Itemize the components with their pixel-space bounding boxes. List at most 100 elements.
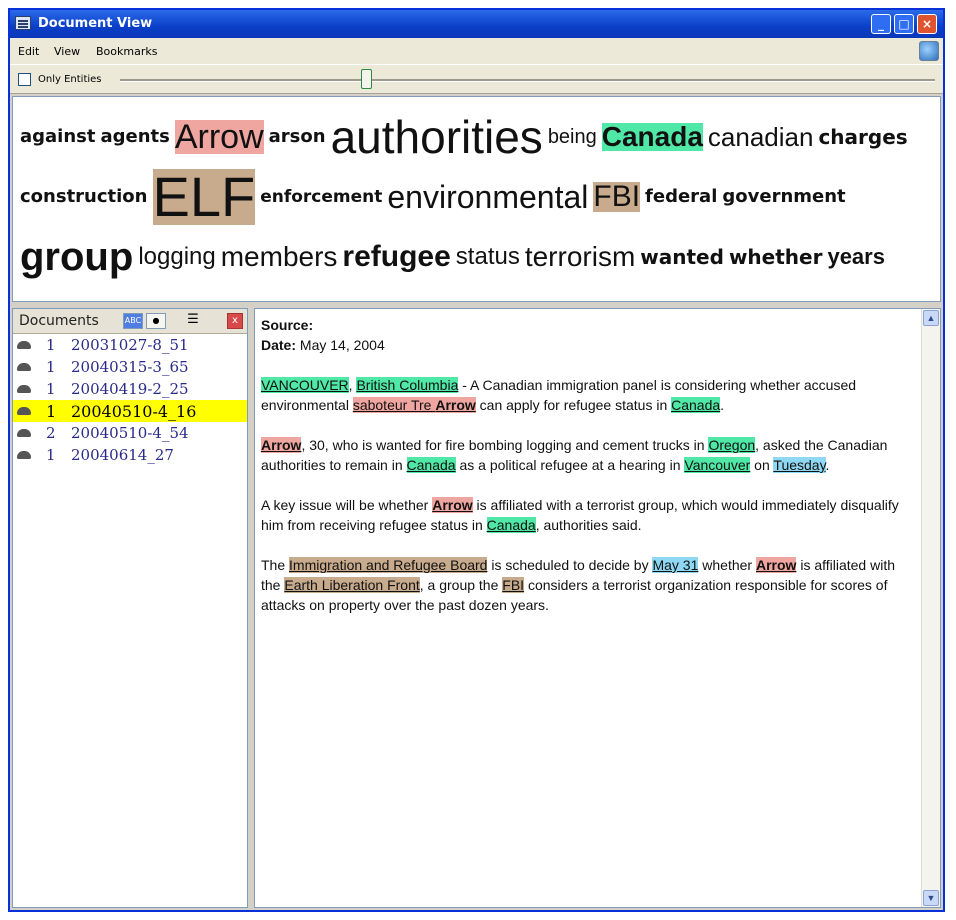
cloud-word[interactable]: wanted — [640, 247, 724, 267]
entity-mention[interactable]: Canada — [406, 457, 456, 473]
cloud-word[interactable]: authorities — [331, 114, 543, 160]
document-list-item[interactable]: 1 20040315-3_65 — [13, 356, 247, 378]
document-name: 20040510-4_54 — [71, 424, 189, 442]
close-panel-button[interactable]: x — [227, 313, 243, 329]
menu-bookmarks[interactable]: Bookmarks — [96, 45, 157, 58]
cloud-word[interactable]: arson — [269, 128, 326, 146]
entity-mention[interactable]: Vancouver — [684, 457, 751, 473]
document-count: 1 — [46, 380, 56, 398]
entity-mention[interactable]: British Columbia — [356, 377, 459, 393]
document-body: Source: Date: May 14, 2004 VANCOUVER, Br… — [261, 315, 918, 907]
toolbar: Only Entities — [10, 64, 943, 94]
document-source: Source: — [261, 315, 918, 335]
cloud-word[interactable]: canadian — [708, 124, 814, 150]
entity-mention[interactable]: Oregon — [708, 437, 756, 453]
document-paragraph: Arrow, 30, who is wanted for fire bombin… — [261, 435, 918, 475]
cloud-word[interactable]: environmental — [387, 181, 588, 213]
paragraph-text: The — [261, 557, 290, 573]
cloud-word[interactable]: government — [722, 188, 845, 206]
cloud-word[interactable]: refugee — [342, 242, 450, 272]
scroll-up-button[interactable]: ▲ — [923, 310, 939, 326]
document-list-item[interactable]: 1 20040510-4_16 — [13, 400, 247, 422]
threshold-slider-track[interactable] — [120, 79, 935, 82]
entity-mention[interactable]: FBI — [502, 577, 525, 593]
cloud-word[interactable]: agents — [100, 128, 169, 146]
cloud-word[interactable]: federal — [645, 188, 717, 206]
only-entities-checkbox[interactable] — [18, 73, 31, 86]
cloud-word[interactable]: years — [827, 246, 885, 268]
document-date: Date: May 14, 2004 — [261, 335, 918, 355]
entity-mention[interactable]: Arrow — [435, 397, 476, 413]
entity-mention[interactable]: saboteur Tre — [352, 397, 436, 413]
cloud-word[interactable]: charges — [818, 127, 907, 147]
cloud-word[interactable]: whether — [729, 247, 823, 267]
paragraph-text: . — [825, 457, 830, 473]
document-panel: Source: Date: May 14, 2004 VANCOUVER, Br… — [254, 308, 941, 908]
entity-mention[interactable]: Immigration and Refugee Board — [289, 557, 488, 573]
document-scrollbar[interactable]: ▲ ▼ — [921, 309, 940, 907]
cloud-word[interactable]: logging — [138, 245, 215, 269]
document-count: 1 — [46, 446, 56, 464]
document-list-item[interactable]: 1 20031027-8_51 — [13, 334, 247, 356]
paragraph-text: whether — [698, 557, 756, 573]
eye-icon[interactable]: ● — [146, 313, 166, 329]
document-paragraph: VANCOUVER, British Columbia - A Canadian… — [261, 375, 918, 415]
cloud-line: against agents Arrow arson authorities being C… — [20, 107, 940, 167]
paragraph-text: can apply for refugee status in — [475, 397, 672, 413]
document-count: 1 — [46, 336, 56, 354]
paragraph-text: is scheduled to decide by — [487, 557, 653, 573]
scroll-down-button[interactable]: ▼ — [923, 890, 939, 906]
entity-mention[interactable]: Canada — [671, 397, 721, 413]
minimize-button[interactable]: _ — [871, 14, 891, 34]
source-label: Source: — [261, 317, 314, 333]
cloud-word[interactable]: group — [20, 237, 133, 277]
entity-mention[interactable]: Arrow — [755, 557, 797, 573]
document-list-item[interactable]: 1 20040419-2_25 — [13, 378, 247, 400]
entity-mention[interactable]: Tuesday — [773, 457, 826, 473]
menu-edit[interactable]: Edit — [18, 45, 39, 58]
entity-mention[interactable]: Arrow — [432, 497, 473, 513]
cloud-word[interactable]: enforcement — [260, 188, 382, 206]
entity-mention[interactable]: May 31 — [652, 557, 699, 573]
cloud-word[interactable]: against — [20, 128, 95, 146]
cloud-line: group logging members refugee status terroris… — [20, 227, 940, 287]
entity-mention[interactable]: Earth Liberation Front — [284, 577, 420, 593]
document-list-item[interactable]: 2 20040510-4_54 — [13, 422, 247, 444]
paragraph-text: as a political refugee at a hearing in — [455, 457, 685, 473]
maximize-button[interactable]: □ — [894, 14, 914, 34]
abc-sort-button[interactable]: ABC — [123, 313, 143, 329]
title-bar[interactable]: Document View _ □ × — [10, 10, 943, 38]
entity-mention[interactable]: Canada — [486, 517, 536, 533]
close-window-button[interactable]: × — [917, 14, 937, 34]
document-list-item[interactable]: 1 20040614_27 — [13, 444, 247, 466]
documents-title: Documents — [19, 313, 99, 329]
cloud-word[interactable]: Canada — [601, 123, 703, 151]
cloud-word[interactable]: status — [456, 245, 520, 269]
globe-icon[interactable] — [919, 41, 939, 61]
document-view-app-icon — [15, 16, 31, 30]
document-count: 1 — [46, 358, 56, 376]
date-value: May 14, 2004 — [299, 337, 385, 353]
cloud-icon — [17, 429, 31, 437]
document-view-window: Document View _ □ × Edit View Bookmarks … — [8, 8, 945, 912]
document-name: 20040614_27 — [71, 446, 174, 464]
menu-view[interactable]: View — [54, 45, 80, 58]
paragraph-text: A key issue will be whether — [261, 497, 433, 513]
cloud-word[interactable]: FBI — [593, 182, 641, 212]
cloud-word[interactable]: construction — [20, 188, 148, 206]
entity-mention[interactable]: VANCOUVER — [261, 377, 349, 393]
document-text: VANCOUVER, British Columbia - A Canadian… — [261, 375, 918, 615]
cloud-icon — [17, 363, 31, 371]
cloud-word[interactable]: Arrow — [174, 120, 264, 154]
paragraph-text: , a group the — [419, 577, 503, 593]
document-count: 1 — [46, 402, 57, 421]
cloud-word[interactable]: members — [221, 243, 338, 271]
documents-header: Documents ABC ● ☰ x — [13, 309, 247, 334]
threshold-slider-thumb[interactable] — [361, 69, 373, 89]
list-icon[interactable]: ☰ — [183, 313, 203, 329]
cloud-word[interactable]: terrorism — [525, 243, 635, 271]
cloud-word[interactable]: ELF — [152, 169, 256, 225]
cloud-word[interactable]: being — [548, 127, 597, 147]
only-entities-label: Only Entities — [38, 74, 102, 85]
entity-mention[interactable]: Arrow — [261, 437, 302, 453]
